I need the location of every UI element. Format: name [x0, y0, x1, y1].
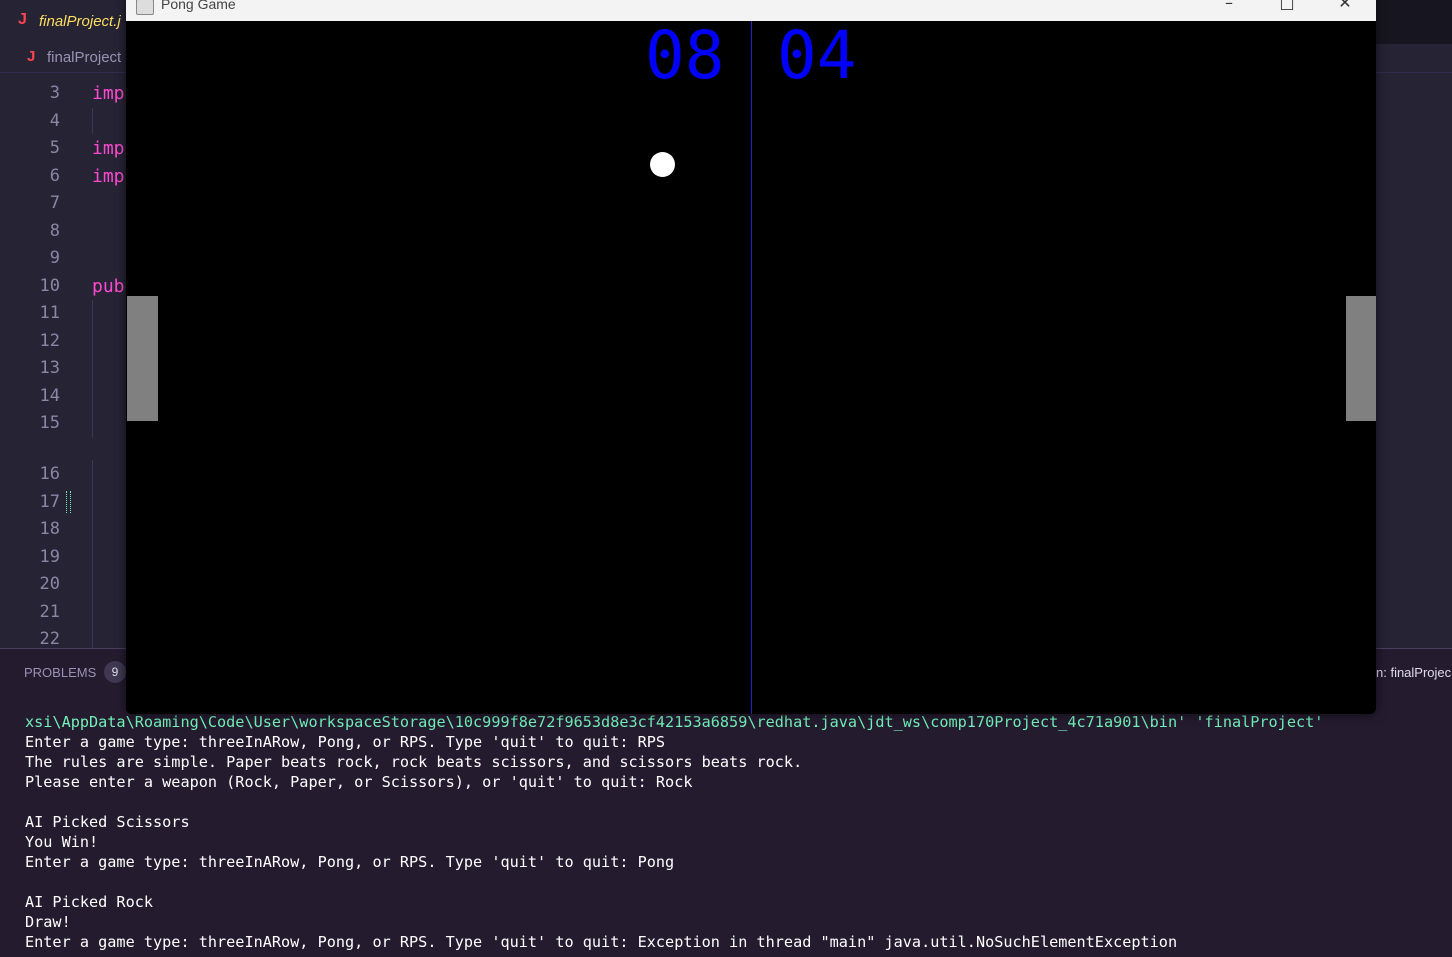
line-number: 20	[39, 574, 60, 594]
terminal-line: xsi\AppData\Roaming\Code\User\workspaceS…	[25, 713, 1324, 731]
terminal-line: AI Picked Rock	[25, 893, 154, 911]
right-paddle	[1346, 296, 1376, 421]
line-number: 13	[39, 358, 60, 378]
pong-game-window[interactable]: Pong Game – □ ✕ 08 04	[126, 0, 1376, 714]
line-number: 19	[39, 547, 60, 567]
terminal-line: Draw!	[25, 913, 71, 931]
editor-tab-finalproject[interactable]: J finalProject.j	[0, 0, 140, 44]
tab-problems[interactable]: PROBLEMS	[24, 665, 96, 680]
line-number: 8	[49, 221, 60, 241]
editor-tab-bar-actions	[1376, 0, 1452, 44]
right-score: 04	[777, 17, 857, 94]
terminal-output[interactable]: xsi\AppData\Roaming\Code\User\workspaceS…	[25, 712, 1445, 952]
window-title: Pong Game	[161, 0, 236, 12]
code-line[interactable]: imp	[92, 138, 125, 159]
terminal-line: Please enter a weapon (Rock, Paper, or S…	[25, 773, 693, 791]
terminal-line: AI Picked Scissors	[25, 813, 190, 831]
minimize-button[interactable]: –	[1206, 0, 1252, 21]
line-number: 21	[39, 602, 60, 622]
center-line	[751, 21, 752, 714]
terminal-line: Enter a game type: threeInARow, Pong, or…	[25, 853, 675, 871]
breadcrumb-file[interactable]: finalProject	[47, 49, 121, 66]
terminal-line: Enter a game type: threeInARow, Pong, or…	[25, 733, 666, 751]
problems-count-badge: 9	[104, 661, 126, 683]
indent-guide	[92, 460, 93, 648]
line-number: 16	[39, 464, 60, 484]
line-number: 6	[49, 166, 60, 186]
left-paddle	[127, 296, 158, 421]
terminal-line: The rules are simple. Paper beats rock, …	[25, 753, 803, 771]
terminal-line: Enter a game type: threeInARow, Pong, or…	[25, 933, 1178, 951]
line-number: 22	[39, 629, 60, 649]
editor-tab-label: finalProject.j	[39, 13, 121, 30]
line-number: 10	[39, 276, 60, 296]
pong-court[interactable]: 08 04	[126, 21, 1376, 714]
java-app-icon	[136, 0, 154, 15]
code-line[interactable]: imp	[92, 83, 125, 104]
close-button[interactable]: ✕	[1322, 0, 1368, 21]
line-number: 4	[49, 111, 60, 131]
left-score: 08	[645, 17, 725, 94]
line-number: 18	[39, 519, 60, 539]
terminal-session-label[interactable]: n: finalProjec	[1376, 665, 1451, 680]
indent-guide	[92, 108, 93, 134]
line-number: 12	[39, 331, 60, 351]
line-number: 5	[49, 138, 60, 158]
line-number: 11	[39, 303, 60, 323]
indent-guide	[92, 300, 93, 438]
line-number: 7	[49, 193, 60, 213]
line-number: 17	[39, 492, 60, 512]
line-number: 3	[49, 83, 60, 103]
code-line[interactable]: pub	[92, 276, 125, 297]
line-number: 15	[39, 413, 60, 433]
code-line[interactable]: imp	[92, 166, 125, 187]
line-number: 14	[39, 386, 60, 406]
java-file-icon: J	[18, 11, 27, 28]
ball	[650, 152, 675, 177]
terminal-line: You Win!	[25, 833, 99, 851]
java-file-icon: J	[27, 48, 36, 65]
maximize-button[interactable]: □	[1264, 0, 1310, 21]
modified-line-marker	[66, 491, 71, 513]
line-number: 9	[49, 248, 60, 268]
window-title-bar[interactable]: Pong Game – □ ✕	[126, 0, 1376, 21]
